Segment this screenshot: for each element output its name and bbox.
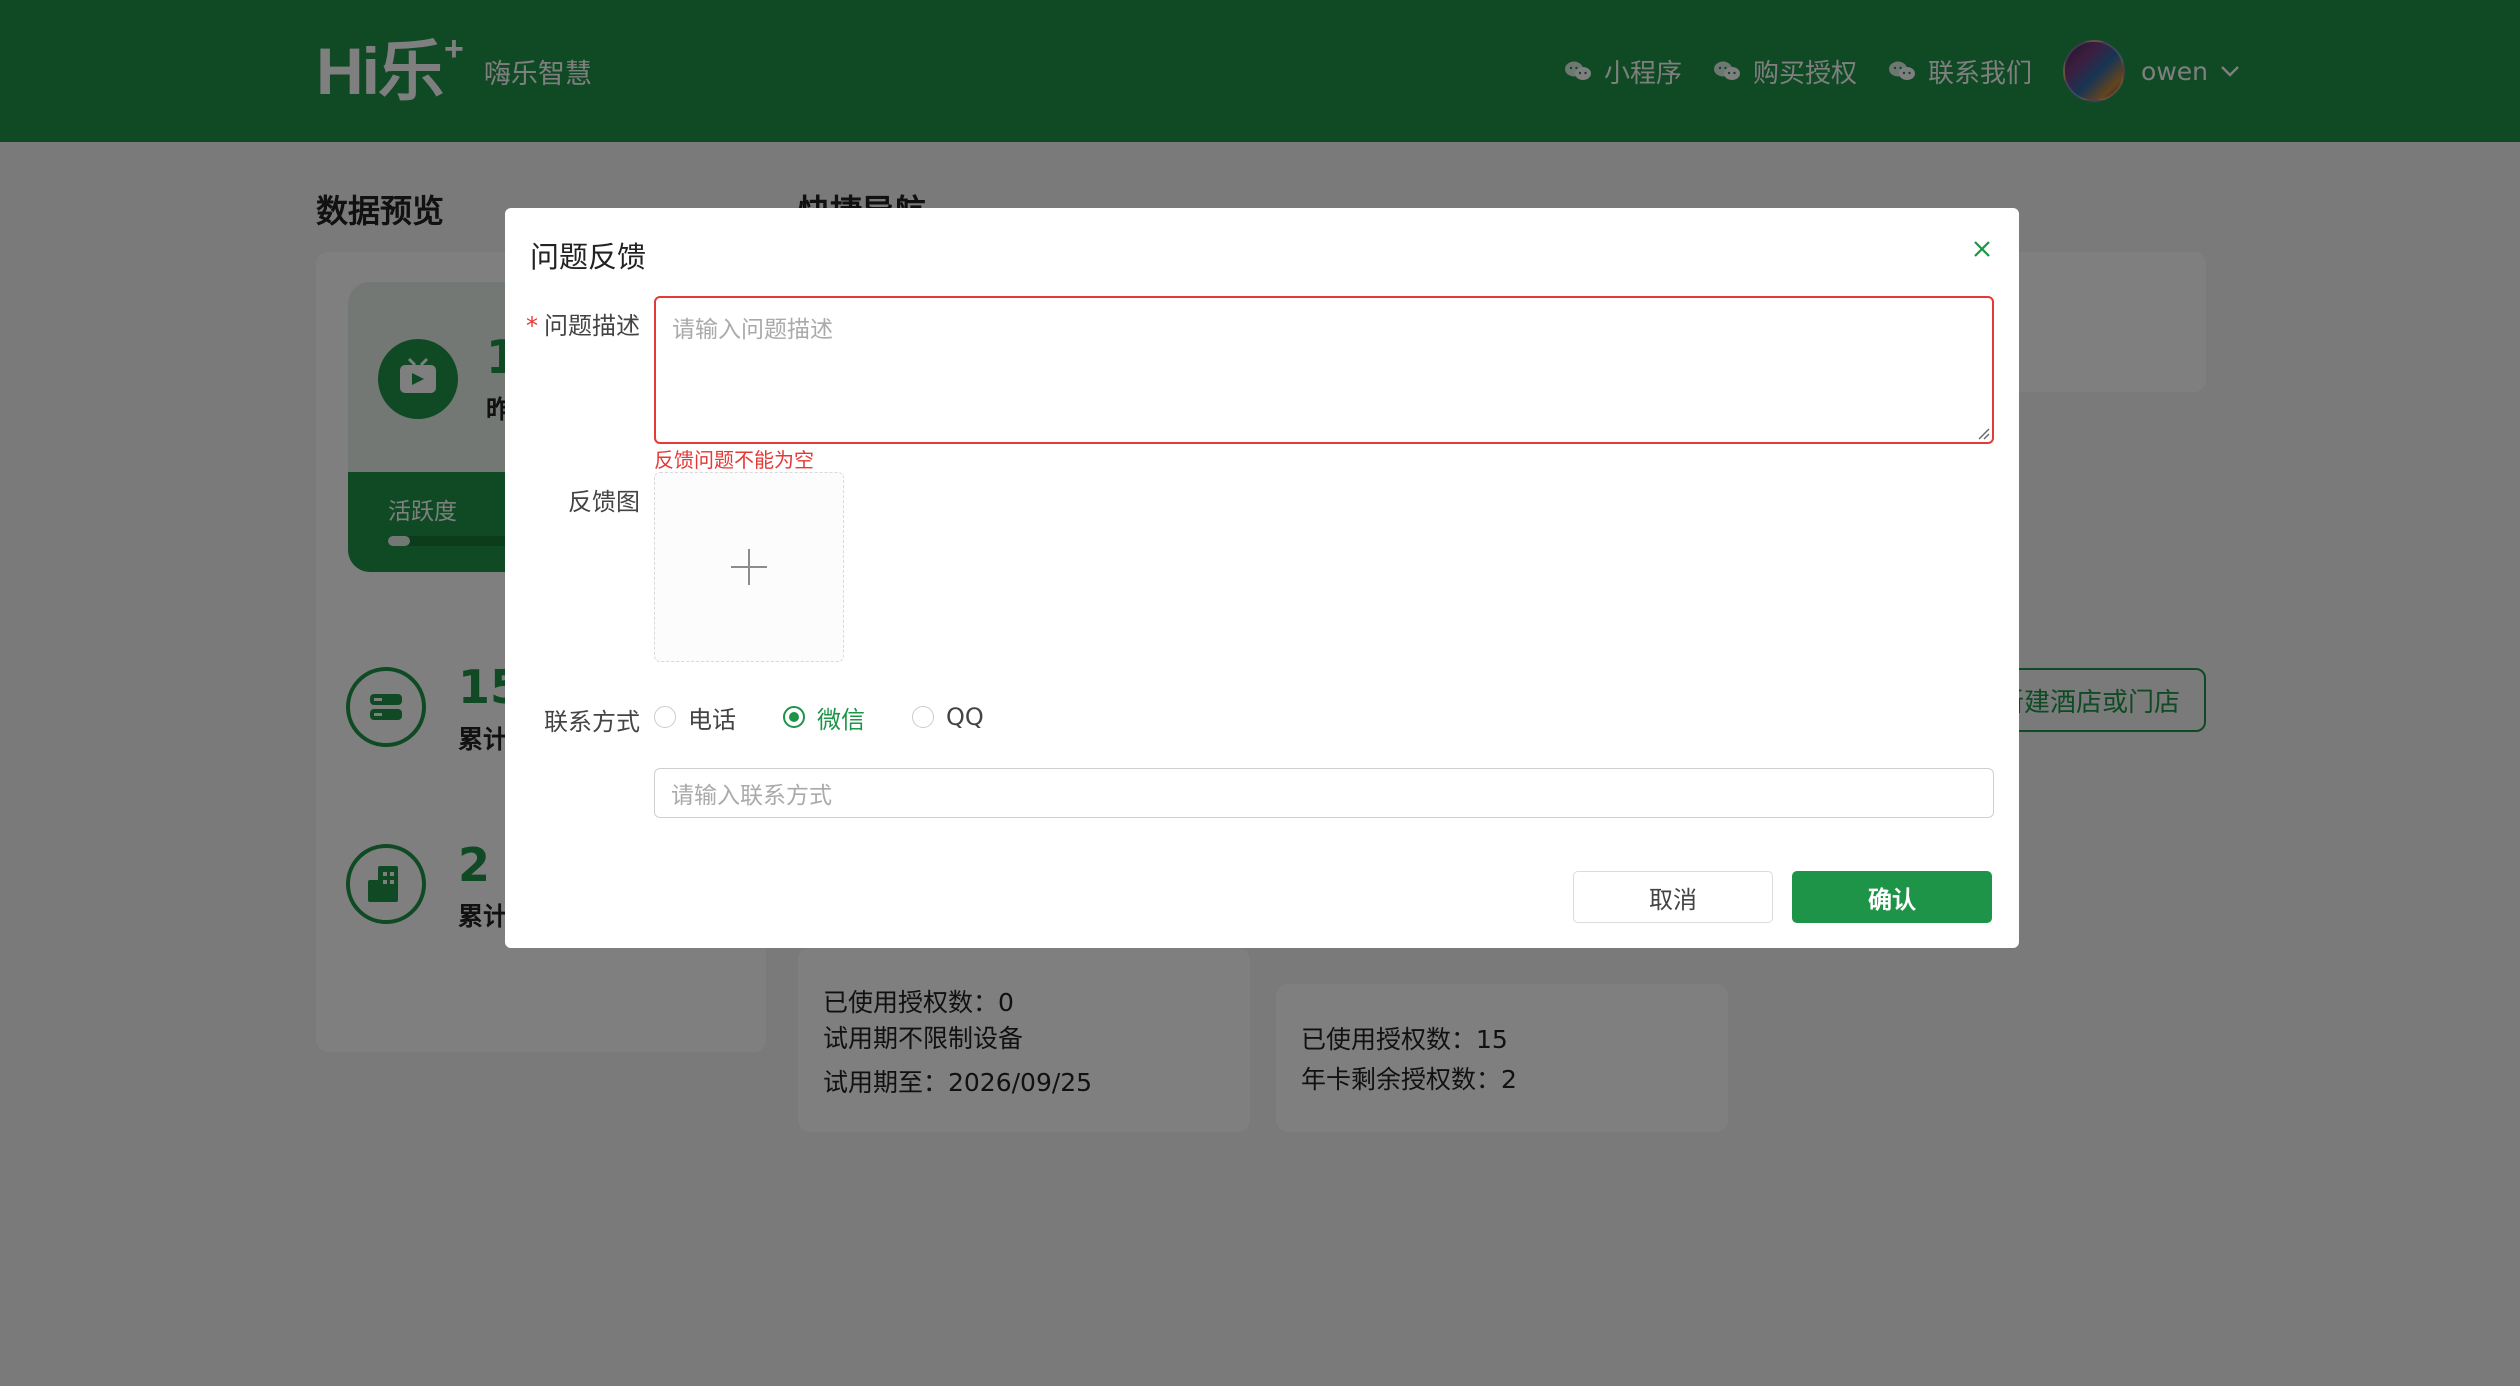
- radio-button[interactable]: [783, 706, 805, 728]
- required-mark: *: [526, 312, 538, 340]
- radio-button[interactable]: [654, 706, 676, 728]
- radio-phone-label: 电话: [688, 705, 736, 734]
- radio-qq[interactable]: QQ: [912, 703, 984, 731]
- radio-button[interactable]: [912, 706, 934, 728]
- desc-textarea[interactable]: 请输入问题描述: [654, 296, 1994, 444]
- plus-icon: [731, 549, 767, 585]
- contact-input[interactable]: 请输入联系方式: [654, 768, 1994, 818]
- desc-label-text: 问题描述: [544, 312, 640, 340]
- radio-phone[interactable]: 电话: [654, 700, 736, 735]
- desc-placeholder: 请输入问题描述: [672, 317, 833, 343]
- contact-label: 联系方式: [544, 708, 640, 736]
- image-label: 反馈图: [568, 488, 640, 516]
- contact-placeholder: 请输入联系方式: [671, 783, 832, 809]
- confirm-button[interactable]: 确认: [1792, 871, 1992, 923]
- resize-grip-icon[interactable]: [1976, 426, 1990, 440]
- cancel-button[interactable]: 取消: [1573, 871, 1773, 923]
- desc-error: 反馈问题不能为空: [654, 448, 814, 472]
- radio-qq-label: QQ: [946, 703, 984, 731]
- radio-wechat[interactable]: 微信: [783, 700, 865, 735]
- contact-radio-group: 电话 微信 QQ: [654, 700, 1031, 734]
- feedback-modal: 问题反馈 * 问题描述 请输入问题描述 反馈问题不能为空 反馈图 联系方式 电话 …: [505, 208, 2019, 948]
- image-upload[interactable]: [654, 472, 844, 662]
- close-icon[interactable]: [1965, 232, 1999, 266]
- radio-wechat-label: 微信: [817, 705, 865, 734]
- modal-title: 问题反馈: [530, 240, 647, 274]
- desc-label: * 问题描述: [526, 306, 640, 341]
